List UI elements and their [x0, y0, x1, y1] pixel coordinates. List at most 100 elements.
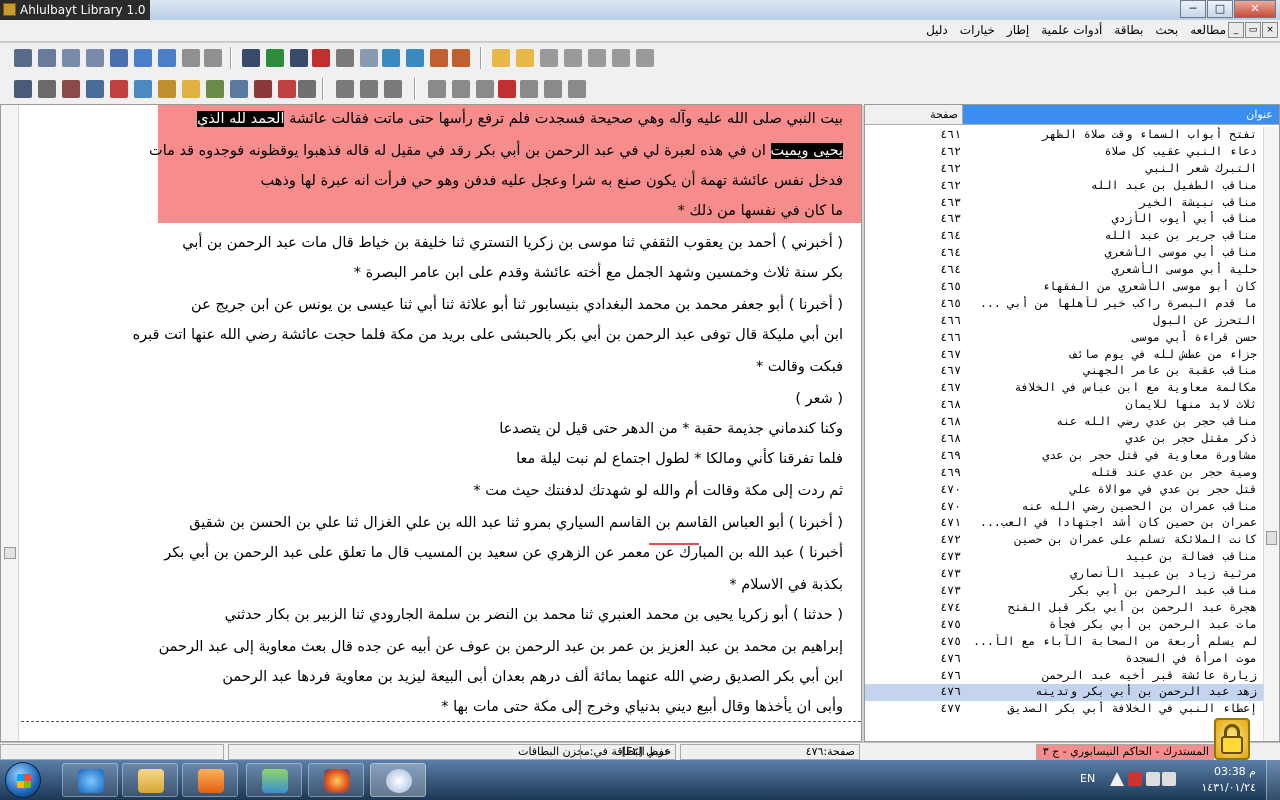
- taskbar-app-ie[interactable]: [62, 763, 118, 797]
- find-question-icon[interactable]: [312, 49, 330, 67]
- tools-icon[interactable]: [38, 49, 56, 67]
- reader-scroll-thumb[interactable]: [4, 547, 16, 559]
- edit-icon[interactable]: [110, 80, 128, 98]
- window-gray-icon[interactable]: [204, 49, 222, 67]
- document-icon[interactable]: [62, 80, 80, 98]
- taskbar-app-messenger[interactable]: [246, 763, 302, 797]
- index-row[interactable]: مناقب عقبة بن عامر الجهني ٤٦٧: [865, 363, 1263, 380]
- index-scrollbar[interactable]: [1263, 127, 1279, 741]
- index-row[interactable]: هجرة عبد الرحمن بن أبي بكر قبل الفتح ٤٧٤: [865, 600, 1263, 617]
- print-icon[interactable]: [636, 49, 654, 67]
- index-row[interactable]: عمران بن حصين كان أشد اجتهادا في العب...…: [865, 515, 1263, 532]
- clock[interactable]: م 03:38 ١٤٣١/٠١/٢٤: [1186, 764, 1256, 796]
- index-row[interactable]: ذكر مقتل حجر بن عدي ٤٦٨: [865, 431, 1263, 448]
- lock-icon[interactable]: [1214, 718, 1250, 760]
- hook-icon[interactable]: [38, 80, 56, 98]
- export-icon[interactable]: [564, 49, 582, 67]
- taskbar-app-library[interactable]: [370, 763, 426, 797]
- binoculars-icon[interactable]: [290, 49, 308, 67]
- menu-item-card[interactable]: بطاقة: [1114, 23, 1143, 37]
- book-open-icon[interactable]: [14, 49, 32, 67]
- notebook-icon[interactable]: [612, 49, 630, 67]
- arrow-left-icon[interactable]: [360, 80, 378, 98]
- arrow-right-icon[interactable]: [384, 80, 402, 98]
- font-color-icon[interactable]: [254, 80, 272, 98]
- index-row[interactable]: حسن قراءة أبي موسى ٤٦٦: [865, 330, 1263, 347]
- close-button[interactable]: ✕: [1234, 0, 1276, 18]
- security-icon[interactable]: [1128, 772, 1142, 786]
- index-row[interactable]: زهد عبد الرحمن بن أبي بكر وتدينه ٤٧٦: [865, 684, 1263, 702]
- copy-icon[interactable]: [588, 49, 606, 67]
- index-row[interactable]: مناقب أبي أيوب الأزدي ٤٦٣: [865, 211, 1263, 228]
- mdi-minimize-button[interactable]: _: [1228, 22, 1244, 38]
- info-icon[interactable]: [110, 49, 128, 67]
- window-icon[interactable]: [158, 49, 176, 67]
- window-gray-icon[interactable]: [568, 80, 586, 98]
- window-cascade-icon[interactable]: [428, 80, 446, 98]
- arrow-left-icon[interactable]: [336, 80, 354, 98]
- window-gray-icon[interactable]: [520, 80, 538, 98]
- menu-item-reading[interactable]: مطالعه: [1190, 23, 1226, 37]
- index-row[interactable]: موت امرأة في السجدة ٤٧٦: [865, 651, 1263, 668]
- index-row[interactable]: قتل حجر بن عدي في موالاة علي ٤٧٠: [865, 482, 1263, 499]
- reader-pane[interactable]: بيت النبي صلى الله عليه وآله وهي صحيحة ف…: [0, 104, 862, 742]
- folder-open-icon[interactable]: [516, 49, 534, 67]
- mdi-restore-button[interactable]: ▭: [1245, 22, 1261, 38]
- index-row[interactable]: لم يسلم أربعة من الصحابة الآباء مع الأ..…: [865, 634, 1263, 651]
- menu-item-tools[interactable]: أدوات علمية: [1041, 23, 1102, 37]
- menu-item-options[interactable]: خيارات: [960, 23, 995, 37]
- menu-item-search[interactable]: بحث: [1155, 23, 1178, 37]
- binoculars-icon[interactable]: [242, 49, 260, 67]
- menu-item-help[interactable]: دليل: [926, 23, 948, 37]
- copy-icon[interactable]: [540, 49, 558, 67]
- window-gray-icon[interactable]: [544, 80, 562, 98]
- index-row[interactable]: وصية حجر بن عدي عند قتله ٤٦٩: [865, 465, 1263, 482]
- index-row[interactable]: كان أبو موسى الأشعري من الفقهاء ٤٦٥: [865, 279, 1263, 296]
- index-row[interactable]: مناقب عبد الرحمن بن أبي بكر ٤٧٣: [865, 583, 1263, 600]
- grid-icon[interactable]: [86, 80, 104, 98]
- notes-icon[interactable]: [158, 80, 176, 98]
- tree-icon[interactable]: [452, 49, 470, 67]
- text-size-icon[interactable]: [278, 80, 296, 98]
- allah-text-icon[interactable]: [14, 80, 32, 98]
- action-center-icon[interactable]: [1110, 772, 1124, 786]
- start-button[interactable]: [5, 762, 41, 798]
- network-icon[interactable]: [1146, 772, 1160, 786]
- fit-width-icon[interactable]: [62, 49, 80, 67]
- index-row[interactable]: زيارة عائشة قبر أخيه عبد الرحمن ٤٧٦: [865, 668, 1263, 685]
- volume-icon[interactable]: [1162, 772, 1176, 786]
- index-row[interactable]: ثلاث لابد منها للايمان ٤٦٨: [865, 397, 1263, 414]
- checkbox-icon[interactable]: [266, 49, 284, 67]
- window-icon[interactable]: [134, 49, 152, 67]
- index-row[interactable]: التحرز عن البول ٤٦٦: [865, 313, 1263, 330]
- index-row[interactable]: مناقب جرير بن عبد الله ٤٦٤: [865, 228, 1263, 245]
- index-row[interactable]: مناقب نبيشة الخير ٤٦٣: [865, 195, 1263, 212]
- show-desktop-button[interactable]: [1266, 760, 1280, 800]
- page-down-icon[interactable]: [206, 80, 224, 98]
- fit-page-icon[interactable]: [86, 49, 104, 67]
- tree-icon[interactable]: [430, 49, 448, 67]
- maximize-button[interactable]: □: [1207, 0, 1233, 18]
- eraser-icon[interactable]: [360, 49, 378, 67]
- swap-icon[interactable]: [382, 49, 400, 67]
- window-remove-icon[interactable]: [476, 80, 494, 98]
- swap-icon[interactable]: [406, 49, 424, 67]
- find-star-icon[interactable]: [336, 49, 354, 67]
- index-row[interactable]: التبرك شعر النبي ٤٦٢: [865, 161, 1263, 178]
- reader-scrollbar[interactable]: [1, 105, 19, 741]
- index-row[interactable]: دعاء النبي عقيب كل صلاة ٤٦٢: [865, 144, 1263, 161]
- app-icon[interactable]: [3, 3, 16, 16]
- menu-item-frame[interactable]: إطار: [1007, 23, 1029, 37]
- index-row[interactable]: إعطاء النبي في الخلافة أبي بكر الصديق ٤٧٧: [865, 701, 1263, 718]
- close-window-icon[interactable]: [498, 80, 516, 98]
- window-gray-icon[interactable]: [182, 49, 200, 67]
- index-row[interactable]: مناقب الطفيل بن عبد الله ٤٦٢: [865, 178, 1263, 195]
- taskbar-app-explorer[interactable]: [122, 763, 178, 797]
- minimize-button[interactable]: ─: [1180, 0, 1206, 18]
- index-header-title[interactable]: عنوان: [963, 105, 1279, 124]
- index-row[interactable]: تفتح أبواب السماء وقت صلاة الظهر ٤٦١: [865, 127, 1263, 144]
- index-row[interactable]: مناقب أبي موسى الأشعري ٤٦٤: [865, 245, 1263, 262]
- index-row[interactable]: حلية أبي موسى الأشعري ٤٦٤: [865, 262, 1263, 279]
- index-row[interactable]: مرثية زياد بن عبيد الأنصاري ٤٧٣: [865, 566, 1263, 583]
- index-header-page[interactable]: صفحة: [865, 105, 963, 124]
